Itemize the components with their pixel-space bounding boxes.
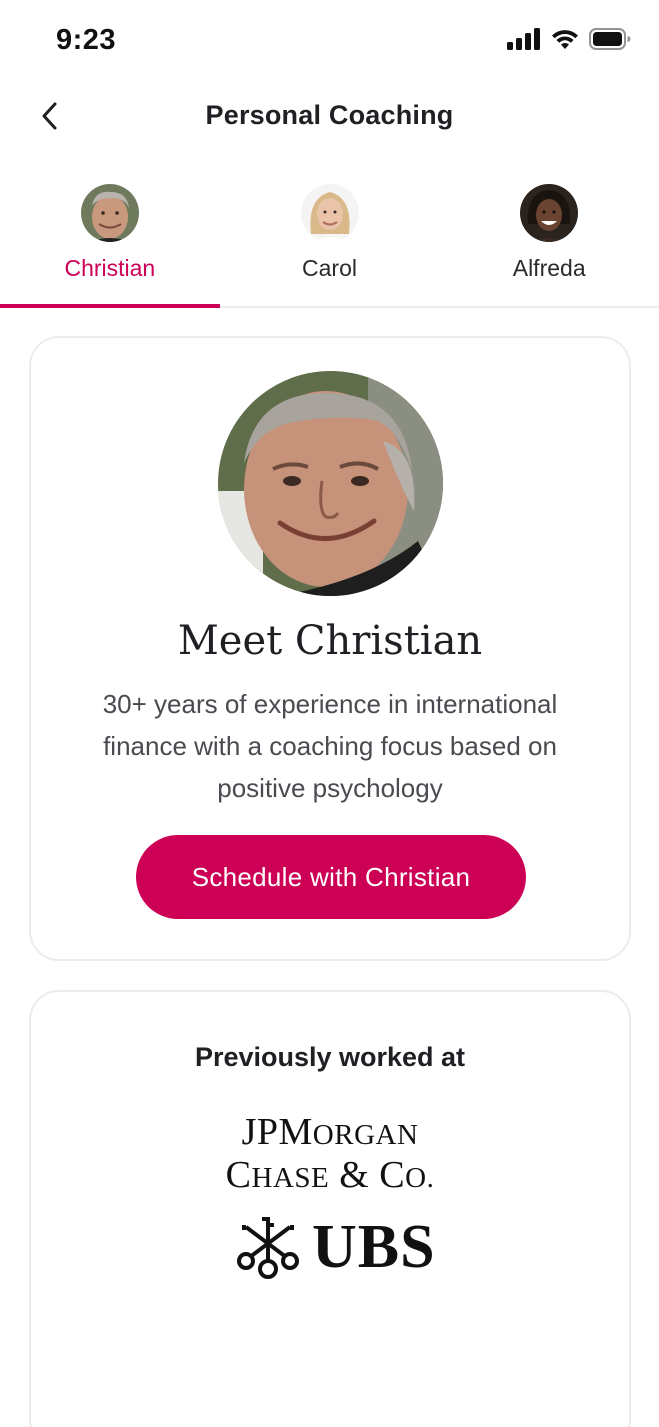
tab-label: Alfreda — [512, 255, 586, 281]
tab-label: Carol — [302, 255, 357, 281]
ubs-wordmark: UBS — [312, 1213, 436, 1281]
tab-christian[interactable]: Christian — [0, 175, 220, 308]
status-bar: 9:23 — [0, 0, 659, 84]
jpmorgan-logo: JPMORGAN CHASE & CO. — [225, 1111, 435, 1196]
coach-tabs: Christian Carol Alfreda — [0, 175, 659, 308]
work-history-card: Previously worked at JPMORGAN CHASE & CO… — [29, 990, 631, 1427]
avatar-alfreda — [520, 184, 579, 242]
status-time: 9:23 — [56, 24, 117, 56]
coach-bio: 30+ years of experience in international… — [102, 689, 558, 803]
navigation-header: Personal Coaching — [0, 84, 659, 154]
ubs-keys-icon — [237, 1216, 299, 1279]
avatar-carol — [300, 184, 359, 242]
coach-heading: Meet Christian — [177, 618, 483, 664]
status-icons — [507, 28, 631, 50]
coach-photo — [218, 371, 443, 596]
tab-label: Christian — [64, 255, 156, 281]
signal-icon — [507, 28, 540, 50]
schedule-button[interactable]: Schedule with Christian — [136, 835, 526, 919]
page-title: Personal Coaching — [205, 100, 454, 130]
battery-icon — [589, 28, 631, 50]
ubs-logo: UBS — [236, 1212, 436, 1283]
tab-alfreda[interactable]: Alfreda — [439, 175, 659, 306]
coach-card: Meet Christian 30+ years of experience i… — [29, 336, 631, 961]
work-heading: Previously worked at — [194, 1042, 466, 1072]
avatar-christian — [80, 184, 139, 242]
tab-carol[interactable]: Carol — [220, 175, 440, 306]
wifi-icon — [552, 30, 578, 49]
